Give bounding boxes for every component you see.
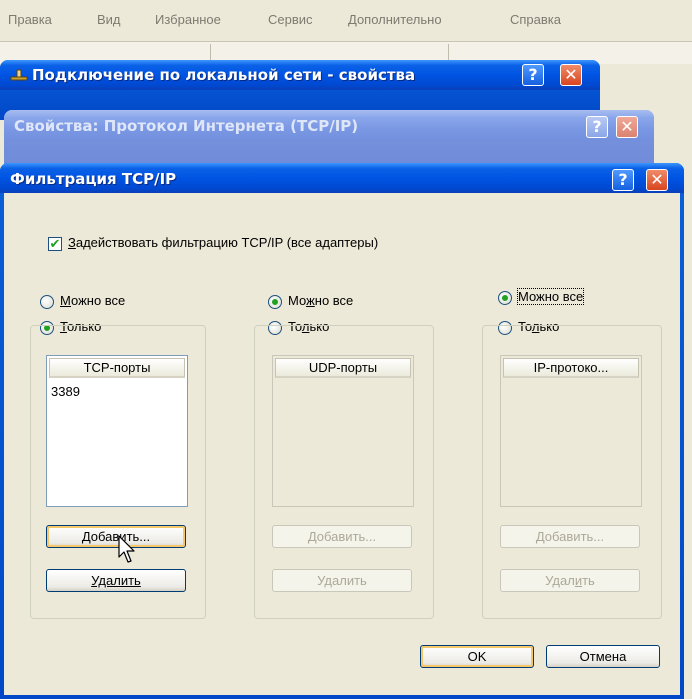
udp-ports-header[interactable]: UDP-порты: [275, 358, 411, 378]
udp-ports-list[interactable]: UDP-порты: [272, 355, 414, 507]
tcp-ports-header[interactable]: TCP-порты: [49, 358, 185, 378]
network-icon: [10, 68, 28, 82]
menu-tools[interactable]: Сервис: [268, 12, 313, 27]
enable-filtering-label[interactable]: Задействовать фильтрацию TCP/IP (все ада…: [68, 235, 378, 250]
menu-help[interactable]: Справка: [510, 12, 561, 27]
help-button[interactable]: ?: [612, 169, 634, 191]
udp-add-button[interactable]: Добавить...: [272, 525, 412, 548]
enable-filtering-accel: З: [68, 235, 76, 250]
menu-edit[interactable]: Правка: [8, 12, 52, 27]
network-title: Подключение по локальной сети - свойства: [32, 66, 416, 84]
filter-title: Фильтрация TCP/IP: [10, 170, 177, 188]
udp-allow-all-accel: ж: [306, 293, 315, 308]
ip-protocols-list[interactable]: IP-протоко...: [500, 355, 642, 507]
tcpip-filtering-dialog: Фильтрация TCP/IP ? ✕ ✔ Задействовать фи…: [0, 163, 684, 699]
tcp-allow-all-label[interactable]: Можно все: [60, 293, 125, 308]
enable-filtering-checkbox[interactable]: ✔: [48, 237, 62, 251]
tcpip-properties-window: Свойства: Протокол Интернета (TCP/IP) ? …: [4, 110, 654, 170]
menubar: Правка Вид Избранное Сервис Дополнительн…: [0, 0, 692, 42]
udp-allow-all-text-a: Мо: [288, 293, 307, 308]
mouse-cursor-icon: [118, 535, 138, 568]
udp-remove-text-c: алить: [332, 573, 367, 588]
tcp-allow-all-radio[interactable]: [40, 295, 54, 309]
cancel-button[interactable]: Отмена: [546, 645, 660, 668]
tcp-remove-label: Удалить: [91, 573, 141, 588]
menu-view[interactable]: Вид: [97, 12, 121, 27]
ok-button[interactable]: OK: [420, 645, 534, 668]
tcp-remove-button[interactable]: Удалить: [46, 569, 186, 592]
ip-remove-button[interactable]: Удалить: [500, 569, 640, 592]
udp-allow-all-radio[interactable]: [268, 295, 282, 309]
ip-remove-text-c: ть: [582, 573, 595, 588]
enable-filtering-text: адействовать фильтрацию TCP/IP (все адап…: [75, 235, 379, 250]
help-button[interactable]: ?: [522, 64, 544, 86]
tcp-add-button[interactable]: Добавить...: [46, 525, 186, 548]
menu-advanced[interactable]: Дополнительно: [348, 12, 442, 27]
udp-allow-all-text-c: но все: [314, 293, 354, 308]
filter-titlebar[interactable]: Фильтрация TCP/IP ? ✕: [0, 163, 684, 193]
ip-allow-all-radio[interactable]: [498, 291, 512, 305]
udp-remove-button[interactable]: Удалить: [272, 569, 412, 592]
udp-remove-accel: д: [324, 573, 333, 588]
network-titlebar[interactable]: Подключение по локальной сети - свойства…: [0, 60, 600, 90]
ip-protocols-header[interactable]: IP-протоко...: [503, 358, 639, 378]
tcp-allow-all-accel: М: [60, 293, 71, 308]
ip-add-button[interactable]: Добавить...: [500, 525, 640, 548]
tcpip-titlebar[interactable]: Свойства: Протокол Интернета (TCP/IP) ? …: [4, 110, 654, 140]
tcp-allow-all-text: ожно все: [70, 293, 126, 308]
list-item[interactable]: 3389: [51, 384, 80, 399]
help-button[interactable]: ?: [586, 116, 608, 138]
ip-allow-all-label[interactable]: Можно все: [516, 288, 585, 305]
filter-client-area: ✔ Задействовать фильтрацию TCP/IP (все а…: [4, 193, 680, 695]
menu-favorites[interactable]: Избранное: [155, 12, 221, 27]
close-button[interactable]: ✕: [560, 64, 582, 86]
close-button[interactable]: ✕: [616, 116, 638, 138]
ip-remove-text-a: Удал: [545, 573, 575, 588]
ip-remove-accel: и: [574, 573, 583, 588]
udp-allow-all-label[interactable]: Можно все: [288, 293, 353, 308]
close-button[interactable]: ✕: [646, 169, 668, 191]
tcpip-title: Свойства: Протокол Интернета (TCP/IP): [14, 117, 359, 135]
tcp-ports-list[interactable]: TCP-порты 3389: [46, 355, 188, 507]
